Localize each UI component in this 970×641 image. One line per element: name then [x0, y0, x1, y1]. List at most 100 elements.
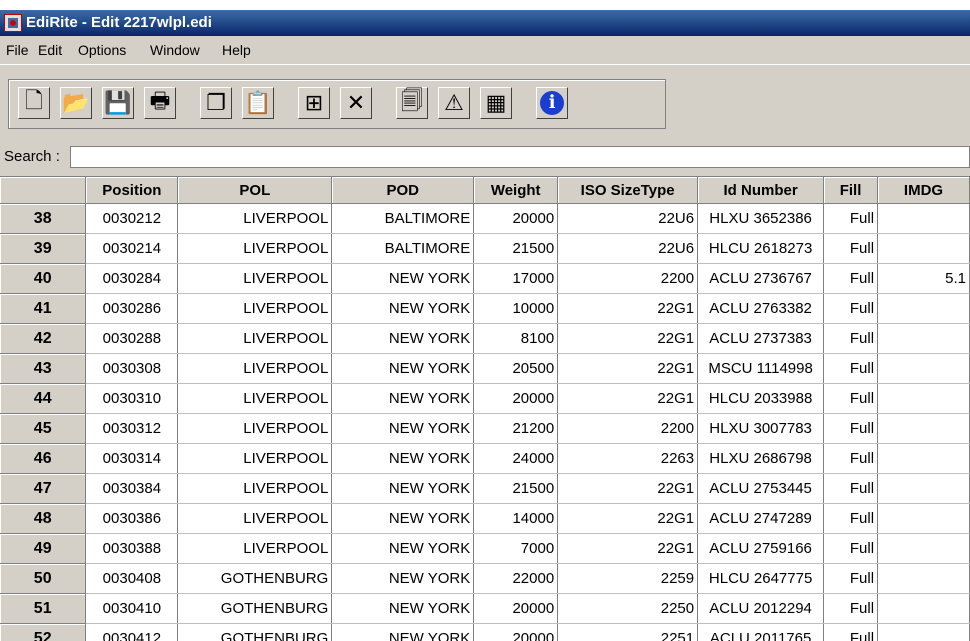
- row-number[interactable]: 42: [0, 323, 87, 354]
- table-cell[interactable]: NEW YORK: [331, 413, 475, 444]
- copy-button[interactable]: ❐: [200, 87, 232, 119]
- table-cell[interactable]: [877, 413, 970, 444]
- table-cell[interactable]: ACLU 2763382: [697, 293, 825, 324]
- table-cell[interactable]: 17000: [473, 263, 559, 294]
- row-number[interactable]: 51: [0, 593, 87, 624]
- menu-options[interactable]: Options: [78, 36, 126, 64]
- table-cell[interactable]: 0030386: [85, 503, 179, 534]
- table-cell[interactable]: Full: [823, 293, 879, 324]
- table-row[interactable]: 50 0030408 GOTHENBURG NEW YORK 22000 2259 HLCU…: [0, 563, 970, 594]
- table-cell[interactable]: 2251: [557, 623, 699, 641]
- column-header[interactable]: Position: [85, 177, 179, 204]
- table-cell[interactable]: BALTIMORE: [331, 203, 475, 234]
- table-cell[interactable]: 0030388: [85, 533, 179, 564]
- table-cell[interactable]: Full: [823, 233, 879, 264]
- table-cell[interactable]: LIVERPOOL: [177, 203, 333, 234]
- menu-edit[interactable]: Edit: [38, 36, 62, 64]
- table-cell[interactable]: 14000: [473, 503, 559, 534]
- table-cell[interactable]: 22G1: [557, 353, 699, 384]
- table-cell[interactable]: 0030214: [85, 233, 179, 264]
- search-input[interactable]: [70, 146, 970, 168]
- table-cell[interactable]: [877, 353, 970, 384]
- row-number[interactable]: 38: [0, 203, 87, 234]
- table-cell[interactable]: 22G1: [557, 323, 699, 354]
- table-cell[interactable]: LIVERPOOL: [177, 293, 333, 324]
- table-cell[interactable]: Full: [823, 503, 879, 534]
- table-cell[interactable]: 20000: [473, 593, 559, 624]
- new-file-button[interactable]: 🗋: [18, 87, 50, 119]
- table-cell[interactable]: HLCU 2647775: [697, 563, 825, 594]
- table-cell[interactable]: 0030212: [85, 203, 179, 234]
- table-cell[interactable]: HLCU 2618273: [697, 233, 825, 264]
- info-button[interactable]: ℹ: [536, 87, 568, 119]
- table-cell[interactable]: LIVERPOOL: [177, 443, 333, 474]
- table-cell[interactable]: LIVERPOOL: [177, 263, 333, 294]
- table-row[interactable]: 46 0030314 LIVERPOOL NEW YORK 24000 2263 HLXU …: [0, 443, 970, 474]
- table-cell[interactable]: 21200: [473, 413, 559, 444]
- table-cell[interactable]: NEW YORK: [331, 473, 475, 504]
- table-cell[interactable]: 20000: [473, 203, 559, 234]
- table-cell[interactable]: 0030312: [85, 413, 179, 444]
- table-cell[interactable]: 20000: [473, 383, 559, 414]
- table-cell[interactable]: Full: [823, 263, 879, 294]
- table-cell[interactable]: 22G1: [557, 293, 699, 324]
- table-cell[interactable]: GOTHENBURG: [177, 623, 333, 641]
- column-header[interactable]: POL: [177, 177, 333, 204]
- table-cell[interactable]: 21500: [473, 473, 559, 504]
- open-folder-button[interactable]: 📂: [60, 87, 92, 119]
- table-cell[interactable]: NEW YORK: [331, 323, 475, 354]
- table-cell[interactable]: Full: [823, 203, 879, 234]
- table-cell[interactable]: NEW YORK: [331, 563, 475, 594]
- delete-button[interactable]: ✕: [340, 87, 372, 119]
- table-cell[interactable]: [877, 383, 970, 414]
- title-bar[interactable]: EdiRite - Edit 2217wlpl.edi: [0, 10, 970, 36]
- table-cell[interactable]: 24000: [473, 443, 559, 474]
- table-cell[interactable]: HLCU 2033988: [697, 383, 825, 414]
- table-cell[interactable]: [877, 503, 970, 534]
- table-cell[interactable]: MSCU 1114998: [697, 353, 825, 384]
- table-cell[interactable]: 7000: [473, 533, 559, 564]
- table-cell[interactable]: HLXU 2686798: [697, 443, 825, 474]
- row-number[interactable]: 43: [0, 353, 87, 384]
- table-cell[interactable]: Full: [823, 623, 879, 641]
- table-cell[interactable]: 0030408: [85, 563, 179, 594]
- table-cell[interactable]: GOTHENBURG: [177, 563, 333, 594]
- table-cell[interactable]: Full: [823, 533, 879, 564]
- table-cell[interactable]: NEW YORK: [331, 443, 475, 474]
- column-header[interactable]: POD: [331, 177, 475, 204]
- table-cell[interactable]: 22U6: [557, 203, 699, 234]
- column-header[interactable]: Fill: [823, 177, 879, 204]
- table-row[interactable]: 40 0030284 LIVERPOOL NEW YORK 17000 2200 ACLU …: [0, 263, 970, 294]
- table-cell[interactable]: LIVERPOOL: [177, 353, 333, 384]
- table-cell[interactable]: NEW YORK: [331, 353, 475, 384]
- row-number[interactable]: 39: [0, 233, 87, 264]
- table-cell[interactable]: HLXU 3007783: [697, 413, 825, 444]
- table-cell[interactable]: [877, 443, 970, 474]
- table-row[interactable]: 45 0030312 LIVERPOOL NEW YORK 21200 2200 HLXU …: [0, 413, 970, 444]
- table-cell[interactable]: 2200: [557, 263, 699, 294]
- table-cell[interactable]: NEW YORK: [331, 593, 475, 624]
- table-cell[interactable]: NEW YORK: [331, 533, 475, 564]
- table-cell[interactable]: ACLU 2759166: [697, 533, 825, 564]
- data-grid[interactable]: Position POL POD Weight ISO SizeType Id Numbe…: [0, 176, 970, 641]
- table-cell[interactable]: [877, 563, 970, 594]
- table-cell[interactable]: [877, 623, 970, 641]
- table-cell[interactable]: 22G1: [557, 533, 699, 564]
- table-cell[interactable]: 22G1: [557, 383, 699, 414]
- table-cell[interactable]: ACLU 2737383: [697, 323, 825, 354]
- table-row[interactable]: 44 0030310 LIVERPOOL NEW YORK 20000 22G1 HLCU …: [0, 383, 970, 414]
- print-button[interactable]: 🖶: [144, 87, 176, 119]
- table-cell[interactable]: 22U6: [557, 233, 699, 264]
- table-cell[interactable]: [877, 593, 970, 624]
- table-cell[interactable]: ACLU 2747289: [697, 503, 825, 534]
- table-cell[interactable]: Full: [823, 383, 879, 414]
- document-button[interactable]: 🗐: [396, 87, 428, 119]
- table-row[interactable]: 42 0030288 LIVERPOOL NEW YORK 8100 22G1 ACLU 2…: [0, 323, 970, 354]
- table-cell[interactable]: NEW YORK: [331, 263, 475, 294]
- row-number[interactable]: 46: [0, 443, 87, 474]
- table-row[interactable]: 52 0030412 GOTHENBURG NEW YORK 20000 2251 ACLU…: [0, 623, 970, 641]
- table-cell[interactable]: HLXU 3652386: [697, 203, 825, 234]
- table-cell[interactable]: 0030288: [85, 323, 179, 354]
- table-cell[interactable]: 2250: [557, 593, 699, 624]
- row-number[interactable]: 44: [0, 383, 87, 414]
